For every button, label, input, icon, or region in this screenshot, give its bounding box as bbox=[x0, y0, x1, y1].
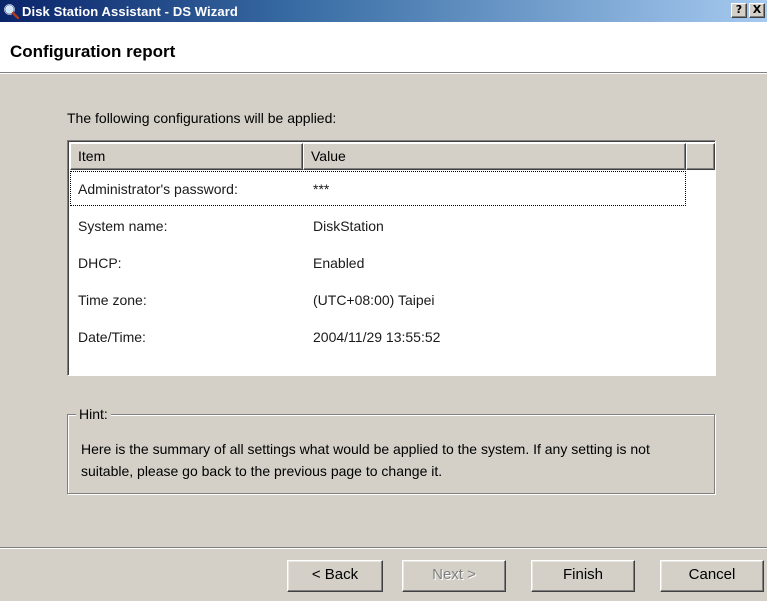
intro-text: The following configurations will be app… bbox=[67, 110, 337, 126]
page-title: Configuration report bbox=[10, 42, 176, 61]
row-item: DHCP: bbox=[78, 254, 122, 271]
list-header: Item Value bbox=[70, 143, 715, 170]
table-row[interactable]: DHCP: Enabled bbox=[70, 244, 715, 281]
header-divider bbox=[0, 72, 767, 74]
hint-text: Here is the summary of all settings what… bbox=[81, 441, 650, 479]
row-item: Date/Time: bbox=[78, 328, 146, 345]
table-row[interactable]: Administrator's password: *** bbox=[70, 171, 686, 206]
title-bar[interactable]: Disk Station Assistant - DS Wizard ? X bbox=[0, 0, 767, 22]
wizard-window: Disk Station Assistant - DS Wizard ? X C… bbox=[0, 0, 767, 601]
row-value: *** bbox=[313, 180, 330, 197]
column-header-item[interactable]: Item bbox=[70, 143, 303, 170]
table-row[interactable]: Date/Time: 2004/11/29 13:55:52 bbox=[70, 318, 715, 355]
row-value: (UTC+08:00) Taipei bbox=[313, 291, 435, 308]
row-item: Administrator's password: bbox=[78, 180, 238, 197]
window-title: Disk Station Assistant - DS Wizard bbox=[22, 3, 238, 19]
close-button[interactable]: X bbox=[749, 3, 765, 18]
row-item: System name: bbox=[78, 217, 168, 234]
hint-groupbox: Hint: Here is the summary of all setting… bbox=[67, 406, 715, 494]
list-rows: Administrator's password: *** System nam… bbox=[70, 170, 715, 355]
row-value: Enabled bbox=[313, 254, 365, 271]
row-value: DiskStation bbox=[313, 217, 384, 234]
help-button[interactable]: ? bbox=[731, 3, 747, 18]
magnifier-icon bbox=[3, 3, 20, 20]
title-buttons: ? X bbox=[731, 3, 765, 18]
row-value: 2004/11/29 13:55:52 bbox=[313, 328, 441, 345]
row-item: Time zone: bbox=[78, 291, 147, 308]
cancel-button[interactable]: Cancel bbox=[660, 560, 764, 592]
column-header-filler bbox=[686, 143, 715, 170]
table-row[interactable]: Time zone: (UTC+08:00) Taipei bbox=[70, 281, 715, 318]
table-row[interactable]: System name: DiskStation bbox=[70, 207, 715, 244]
configuration-list[interactable]: Item Value Administrator's password: ***… bbox=[67, 140, 716, 376]
hint-label: Hint: bbox=[76, 406, 111, 422]
footer-divider bbox=[0, 547, 767, 549]
wizard-header: Configuration report bbox=[0, 22, 767, 72]
column-header-value[interactable]: Value bbox=[303, 143, 686, 170]
next-button[interactable]: Next > bbox=[402, 560, 506, 592]
finish-button[interactable]: Finish bbox=[531, 560, 635, 592]
back-button[interactable]: < Back bbox=[287, 560, 383, 592]
